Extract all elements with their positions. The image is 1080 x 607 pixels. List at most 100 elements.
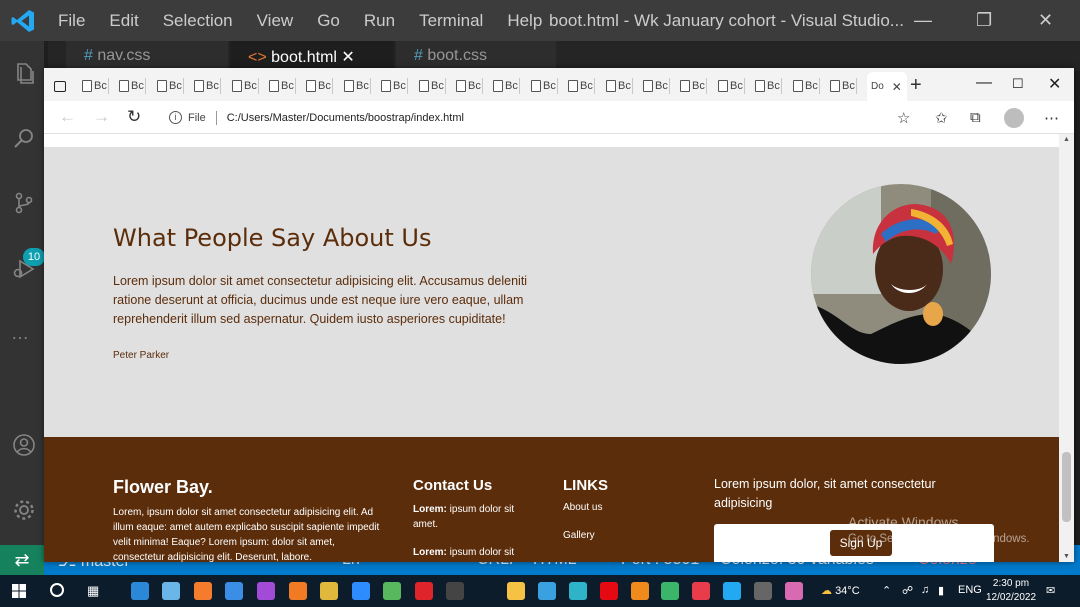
- browser-tab[interactable]: Bc: [568, 75, 595, 97]
- browser-close-icon[interactable]: ✕: [1048, 74, 1061, 94]
- gear-icon[interactable]: [12, 498, 36, 522]
- page-scrollbar[interactable]: ▲ ▼: [1059, 134, 1074, 562]
- tab-boot-html[interactable]: <> boot.html ✕: [230, 41, 394, 71]
- browser-tab[interactable]: Bc: [381, 75, 408, 97]
- tab-nav-css[interactable]: # nav.css: [66, 41, 228, 71]
- browser-tab-active[interactable]: Do ✕: [867, 72, 907, 101]
- collections-icon[interactable]: ⧉: [970, 109, 981, 126]
- browser-tab[interactable]: Bc: [157, 75, 184, 97]
- restore-icon[interactable]: ❐: [976, 10, 992, 31]
- new-tab-button[interactable]: +: [910, 74, 922, 97]
- tray-volume-icon[interactable]: ♫: [921, 584, 929, 596]
- menu-terminal[interactable]: Terminal: [419, 11, 483, 31]
- browser-tab[interactable]: Bc: [344, 75, 371, 97]
- globe-icon[interactable]: [225, 582, 243, 600]
- menu-view[interactable]: View: [257, 11, 294, 31]
- favorite-add-icon[interactable]: ☆: [897, 109, 910, 127]
- task-view-icon[interactable]: ▦: [87, 583, 99, 599]
- browser-tab[interactable]: Bc: [82, 75, 109, 97]
- scroll-down-icon[interactable]: ▼: [1063, 553, 1070, 560]
- menu-selection[interactable]: Selection: [163, 11, 233, 31]
- tray-network-icon[interactable]: ☍: [902, 584, 913, 597]
- zoom-icon[interactable]: [352, 582, 370, 600]
- browser-tab[interactable]: Bc: [793, 75, 820, 97]
- folder-app-icon[interactable]: [162, 582, 180, 600]
- opera-icon[interactable]: [415, 582, 433, 600]
- start-icon[interactable]: [12, 584, 26, 598]
- source-control-icon[interactable]: [12, 191, 36, 215]
- obs-icon[interactable]: [754, 582, 772, 600]
- browser-tab[interactable]: Bc: [680, 75, 707, 97]
- site-info-icon[interactable]: i: [169, 111, 182, 124]
- back-icon[interactable]: ←: [59, 107, 76, 127]
- run-debug-icon[interactable]: [12, 257, 36, 281]
- menu-help[interactable]: Help: [507, 11, 542, 31]
- search-icon[interactable]: [12, 126, 36, 150]
- address-url[interactable]: C:/Users/Master/Documents/boostrap/index…: [227, 112, 464, 124]
- browser-maximize-icon[interactable]: ☐: [1012, 76, 1024, 92]
- refresh-icon[interactable]: ↻: [127, 107, 141, 127]
- address-bar[interactable]: i File C:/Users/Master/Documents/boostra…: [157, 105, 907, 130]
- explorer-icon[interactable]: [12, 61, 36, 85]
- forward-icon[interactable]: →: [93, 107, 110, 127]
- tray-language[interactable]: ENG: [958, 584, 982, 596]
- tab-boot-css[interactable]: # boot.css: [396, 41, 556, 71]
- browser-tab[interactable]: Bc: [493, 75, 520, 97]
- close-icon[interactable]: ✕: [1038, 10, 1053, 31]
- tray-battery-icon[interactable]: ▮: [938, 584, 944, 597]
- browser-tab[interactable]: Bc: [755, 75, 782, 97]
- scroll-up-icon[interactable]: ▲: [1063, 136, 1070, 143]
- vscode-taskbar-icon[interactable]: [723, 582, 741, 600]
- favorites-icon[interactable]: ✩: [935, 109, 948, 127]
- settings-more-icon[interactable]: ⋯: [1044, 109, 1060, 127]
- media-icon[interactable]: [538, 582, 556, 600]
- browser-tab[interactable]: Bc: [194, 75, 221, 97]
- footer-link-about[interactable]: About us: [563, 502, 602, 513]
- chrome-icon[interactable]: [320, 582, 338, 600]
- terminal-icon[interactable]: [446, 582, 464, 600]
- menu-run[interactable]: Run: [364, 11, 395, 31]
- browser-tab[interactable]: Bc: [269, 75, 296, 97]
- browser-tab[interactable]: Bc: [606, 75, 633, 97]
- menu-file[interactable]: File: [58, 11, 85, 31]
- browser-tab[interactable]: Bc: [119, 75, 146, 97]
- minimize-icon[interactable]: —: [914, 10, 932, 31]
- tab-close-icon[interactable]: ✕: [892, 80, 902, 94]
- browser-tab[interactable]: Bc: [718, 75, 745, 97]
- menu-edit[interactable]: Edit: [109, 11, 138, 31]
- account-icon[interactable]: [12, 433, 36, 457]
- tab-actions-icon[interactable]: [54, 75, 74, 97]
- scrollbar-thumb[interactable]: [1062, 452, 1071, 522]
- app-red-icon[interactable]: [692, 582, 710, 600]
- browser-tab[interactable]: Bc: [419, 75, 446, 97]
- mail-icon[interactable]: [131, 582, 149, 600]
- more-icon[interactable]: …: [11, 323, 31, 344]
- browser-minimize-icon[interactable]: —: [976, 74, 992, 92]
- netflix-icon[interactable]: [600, 582, 618, 600]
- file-explorer-icon[interactable]: [507, 582, 525, 600]
- sublime-icon[interactable]: [194, 582, 212, 600]
- firefox-icon[interactable]: [289, 582, 307, 600]
- browser-tab[interactable]: Bc: [643, 75, 670, 97]
- browser-tab[interactable]: Bc: [830, 75, 857, 97]
- tray-chevron-icon[interactable]: ⌃: [882, 584, 891, 597]
- menu-go[interactable]: Go: [317, 11, 340, 31]
- notification-icon[interactable]: ✉: [1046, 584, 1055, 597]
- profile-avatar[interactable]: [1004, 108, 1024, 128]
- vlc-icon[interactable]: [631, 582, 649, 600]
- search-circle-icon[interactable]: [50, 583, 64, 597]
- footer-link-gallery[interactable]: Gallery: [563, 530, 595, 541]
- app-icon[interactable]: [383, 582, 401, 600]
- contact-item: Lorem: ipsum dolor sit: [413, 547, 515, 558]
- firefox-dev-icon[interactable]: [257, 582, 275, 600]
- remote-indicator-icon[interactable]: ⇄: [0, 545, 44, 575]
- browser-tab[interactable]: Bc: [531, 75, 558, 97]
- browser-tab[interactable]: Bc: [306, 75, 333, 97]
- taskbar-clock[interactable]: 2:30 pm 12/02/2022: [986, 577, 1036, 605]
- itunes-icon[interactable]: [785, 582, 803, 600]
- git-icon[interactable]: [661, 582, 679, 600]
- browser-tab[interactable]: Bc: [456, 75, 483, 97]
- edge-icon[interactable]: [569, 582, 587, 600]
- browser-tab[interactable]: Bc: [232, 75, 259, 97]
- weather-widget[interactable]: ☁ 34°C: [821, 584, 860, 597]
